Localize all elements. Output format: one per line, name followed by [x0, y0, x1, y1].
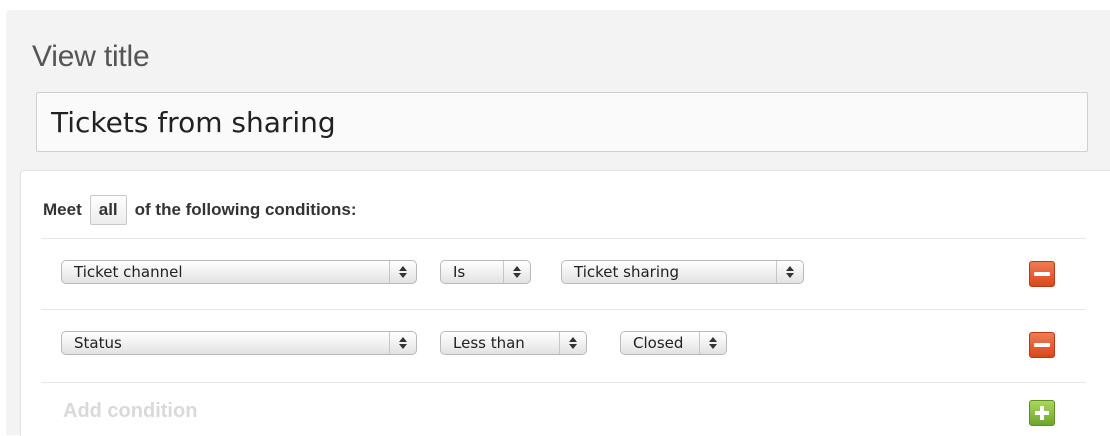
meet-suffix-text: of the following conditions:: [134, 200, 357, 219]
condition-field-select[interactable]: Status: [61, 331, 417, 355]
condition-value-value: Ticket sharing: [574, 263, 680, 281]
plus-icon-stroke: [1040, 406, 1044, 420]
select-arrows-icon: [776, 261, 803, 283]
condition-field-value: Status: [74, 334, 122, 352]
select-arrows-icon: [389, 332, 416, 354]
condition-operator-select[interactable]: Is: [440, 260, 531, 284]
condition-row: Status Less than Closed: [61, 331, 1091, 359]
add-condition-link[interactable]: Add condition: [63, 400, 197, 423]
select-arrows-icon: [503, 261, 530, 283]
meet-prefix-text: Meet: [43, 200, 82, 219]
view-title-input[interactable]: [36, 92, 1088, 152]
match-mode-select[interactable]: all: [89, 195, 127, 225]
match-mode-row: Meet all of the following conditions:: [43, 195, 357, 225]
select-arrows-icon: [559, 332, 586, 354]
condition-field-select[interactable]: Ticket channel: [61, 260, 417, 284]
condition-value-value: Closed: [633, 334, 684, 352]
condition-operator-value: Less than: [453, 334, 525, 352]
remove-condition-button[interactable]: [1029, 332, 1055, 358]
condition-value-select[interactable]: Ticket sharing: [561, 260, 804, 284]
remove-condition-button[interactable]: [1029, 261, 1055, 287]
condition-operator-value: Is: [453, 263, 466, 281]
condition-field-value: Ticket channel: [74, 263, 183, 281]
divider: [41, 382, 1085, 383]
add-condition-button[interactable]: [1029, 400, 1055, 426]
minus-icon: [1034, 343, 1050, 347]
condition-operator-select[interactable]: Less than: [440, 331, 587, 355]
divider: [41, 238, 1085, 239]
select-arrows-icon: [699, 332, 726, 354]
view-title-label: View title: [32, 40, 150, 73]
condition-row: Ticket channel Is Ticket sharing: [61, 260, 1091, 288]
select-arrows-icon: [389, 261, 416, 283]
divider: [41, 309, 1085, 310]
conditions-box: Meet all of the following conditions: Ti…: [20, 170, 1110, 436]
minus-icon: [1034, 272, 1050, 276]
condition-value-select[interactable]: Closed: [620, 331, 727, 355]
